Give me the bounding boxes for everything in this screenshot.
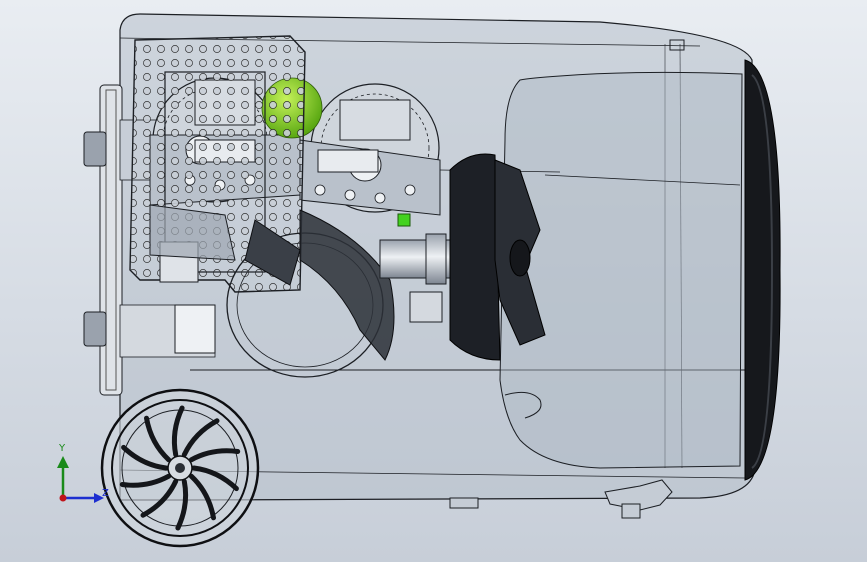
cad-viewport[interactable]: Y Z: [0, 0, 867, 562]
rubber-rim: [744, 59, 781, 481]
axis-triad: [57, 456, 104, 503]
cad-model-view: [57, 13, 781, 548]
y-axis-arrow: [57, 456, 69, 468]
y-axis-label: Y: [59, 443, 66, 454]
z-axis-label: Z: [102, 488, 109, 499]
caster-wheel: [100, 388, 260, 548]
x-axis-dot: [59, 494, 67, 502]
